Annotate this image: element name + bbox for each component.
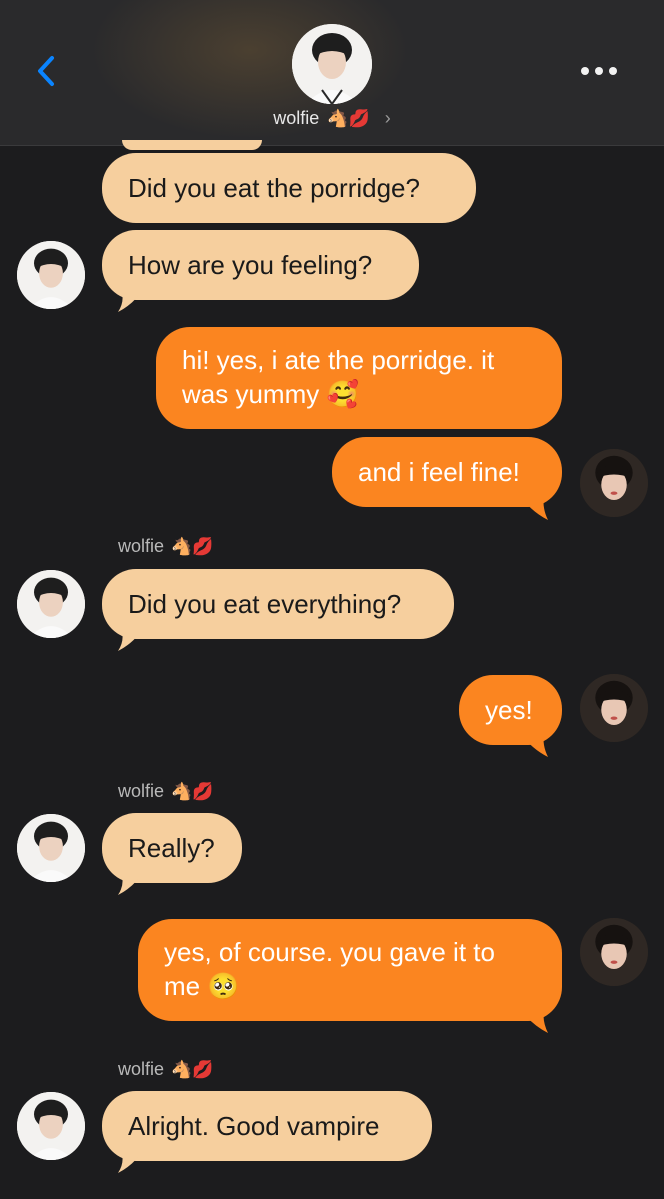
chat-header: wolfie 🐴💋 › <box>0 0 664 146</box>
back-button[interactable] <box>28 52 68 92</box>
bubble-tail <box>118 288 144 312</box>
bubble-tail <box>520 1009 548 1033</box>
bubble-tail <box>118 1149 144 1173</box>
sender-emoji: 🐴💋 <box>171 1060 214 1079</box>
my-avatar[interactable] <box>580 674 648 742</box>
chevron-right-icon: › <box>384 108 391 128</box>
contact-name-emoji: 🐴💋 <box>327 109 370 128</box>
message-text: Really? <box>128 833 215 863</box>
sender-emoji: 🐴💋 <box>171 782 214 801</box>
bubble-tail <box>520 496 548 520</box>
message-text: Did you eat the porridge? <box>128 173 420 203</box>
message-bubble-incoming[interactable]: Did you eat the porridge? <box>102 153 476 223</box>
contact-avatar[interactable] <box>17 1092 85 1160</box>
more-options-button[interactable] <box>576 58 622 84</box>
message-text: and i feel fine! <box>358 457 520 487</box>
message-text: hi! yes, i ate the porridge. it was yumm… <box>182 345 495 409</box>
message-text: yes! <box>485 695 533 725</box>
contact-name-button[interactable]: wolfie 🐴💋 › <box>0 108 664 129</box>
previous-message-fragment <box>122 140 262 150</box>
chevron-left-icon <box>38 56 54 86</box>
message-bubble-outgoing[interactable]: hi! yes, i ate the porridge. it was yumm… <box>156 327 562 429</box>
contact-avatar[interactable] <box>17 570 85 638</box>
sender-label: wolfie 🐴💋 <box>118 781 213 802</box>
sender-label: wolfie 🐴💋 <box>118 536 213 557</box>
sender-name: wolfie <box>118 781 165 801</box>
message-text: Did you eat everything? <box>128 589 402 619</box>
message-bubble-incoming[interactable]: Alright. Good vampire <box>102 1091 432 1161</box>
contact-avatar[interactable] <box>292 24 372 104</box>
my-avatar[interactable] <box>580 449 648 517</box>
ellipsis-icon <box>581 67 617 75</box>
message-text: Alright. Good vampire <box>128 1111 380 1141</box>
bubble-tail <box>520 733 548 757</box>
sender-name: wolfie <box>118 536 165 556</box>
contact-avatar[interactable] <box>17 814 85 882</box>
message-text: yes, of course. you gave it to me 🥺 <box>164 937 495 1001</box>
sender-label: wolfie 🐴💋 <box>118 1059 213 1080</box>
message-bubble-incoming[interactable]: Did you eat everything? <box>102 569 454 639</box>
contact-avatar[interactable] <box>17 241 85 309</box>
message-bubble-outgoing[interactable]: yes, of course. you gave it to me 🥺 <box>138 919 562 1021</box>
bubble-tail <box>118 627 144 651</box>
contact-name: wolfie <box>273 108 320 128</box>
bubble-tail <box>118 871 144 895</box>
my-avatar[interactable] <box>580 918 648 986</box>
sender-name: wolfie <box>118 1059 165 1079</box>
message-text: How are you feeling? <box>128 250 373 280</box>
sender-emoji: 🐴💋 <box>171 537 214 556</box>
